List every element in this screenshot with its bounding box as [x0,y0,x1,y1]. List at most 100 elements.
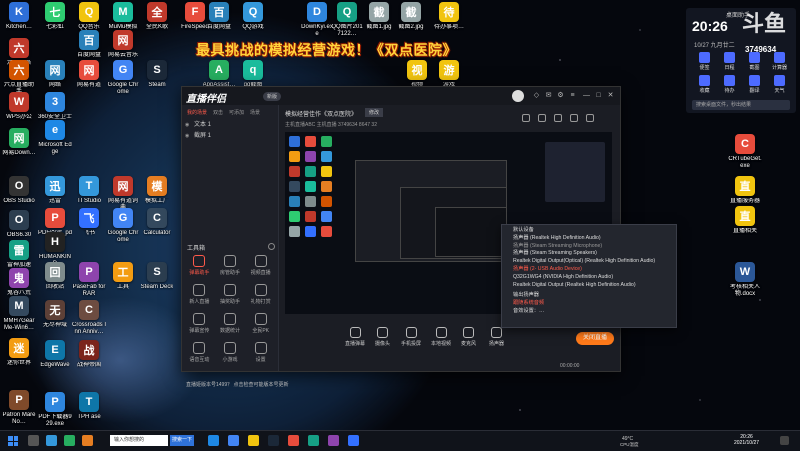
avatar[interactable] [512,90,524,102]
desktop-icon[interactable]: 待待办事项… [432,2,466,31]
speaker-button[interactable]: 扬声器 [489,327,504,347]
skin-icon[interactable]: ◇ [532,91,541,100]
desktop-icon[interactable]: C Calculator [140,208,174,237]
task-view-icon[interactable] [28,435,39,446]
version-badge[interactable]: 新版 [263,92,282,101]
dropdown-item[interactable]: 音效设置：… [502,308,676,316]
toolbox-item[interactable]: 房管助手 [215,255,246,276]
desktop-icon[interactable]: 3 360安全卫士 [38,92,72,121]
desktop-icon[interactable]: 网网易有道 [72,60,106,89]
widget-quick-item[interactable]: 便签 [692,52,717,71]
taskbar-search-input[interactable]: 输入你想搜的 [110,435,168,446]
desktop-icon[interactable]: 雷雷神加速 [2,240,36,269]
desktop-icon[interactable]: G Google Chrome [106,208,140,244]
desktop-icon[interactable]: E EdgeWave [38,340,72,369]
desktop-icon[interactable]: 百百度网盘 [72,30,106,59]
desktop-icon[interactable]: 七七彩虹 [38,2,72,31]
version-status[interactable]: 直播姬版本号1499？ 点击检查可能版本号更新 [186,381,289,388]
dropdown-item[interactable]: Q32G1WG4 (NVIDIA High Definition Audio) [502,274,676,282]
app-taskbar-icon[interactable] [82,435,93,446]
desktop-icon[interactable]: 回回收站 [38,262,72,291]
desktop-icon[interactable]: T TPH ase [72,392,106,421]
danmu-button[interactable]: 直播弹幕 [345,327,365,347]
desktop-icon[interactable]: 工工具 [106,262,140,291]
app-taskbar-icon[interactable] [328,435,339,446]
eye-icon[interactable]: ◉ [185,120,189,131]
desktop-icon[interactable]: 迷迷你世界 [2,338,36,367]
toolbox-item[interactable]: 语音互动 [184,342,215,363]
desktop-icon[interactable]: 网网易Down… [2,128,36,157]
desktop-icon[interactable]: 网网易有道词典 [106,176,140,212]
desktop-icon[interactable]: W 考核相关人物.docx [728,262,762,298]
desktop-icon[interactable]: 游游戏 [432,60,466,89]
desktop-icon[interactable]: 视视频 [400,60,434,89]
stop-live-button[interactable]: 关闭直播 [576,332,614,345]
desktop-icon[interactable]: 迅迅雷 [38,176,72,205]
desktop-icon[interactable]: A AppAssist… [202,60,236,89]
dropdown-item[interactable]: Realtek Digital Output (Realtek High Def… [502,282,676,290]
mail-icon[interactable]: ✉ [544,91,553,100]
desktop-icon[interactable]: 战战神帝国 [72,340,106,369]
dropdown-item[interactable]: 扬声器 (2- USB Audio Device) [502,266,676,274]
dropdown-item[interactable]: 默认设备 [502,227,676,235]
desktop-icon[interactable]: 无无尽神域 [38,300,72,329]
desktop-icon[interactable]: T TI Studio [72,176,106,205]
toolbox-item[interactable]: 设置 [245,342,276,363]
widget-quick-item[interactable]: 待办 [717,75,742,94]
tab-my-scene[interactable]: 我的场景 [187,109,207,116]
desktop-icon[interactable]: 直直播服务器 [728,176,762,205]
dropdown-item[interactable]: 输出扬声器 [502,292,676,300]
maximize-button[interactable]: □ [594,91,603,100]
desktop-icon[interactable]: q qq截图 [236,60,270,89]
desktop-icon[interactable]: Q QQ图片2017122… [330,2,364,38]
edge-taskbar-icon[interactable] [208,435,219,446]
app-taskbar-icon[interactable] [348,435,359,446]
widget-quick-item[interactable]: 收藏 [692,75,717,94]
desktop-icon[interactable]: S Steam [140,60,174,89]
toolbox-item[interactable]: 礼物打赏 [245,284,276,305]
menu-icon[interactable]: ≡ [568,91,577,100]
desktop-icon[interactable]: C CRTubeGet.exe [728,134,762,170]
desktop-icon[interactable]: G Google Chrome [106,60,140,96]
crop-icon[interactable] [538,114,546,122]
desktop-icon[interactable]: 百百度网盘 [202,2,236,31]
dropdown-item[interactable]: 跟随系统音频 [502,300,676,308]
source-item[interactable]: ◉ 截屏 1 [182,131,278,142]
desktop-icon[interactable]: 截截图2.jpg [394,2,428,31]
widget-quick-item[interactable]: 截图 [742,52,767,71]
phone-cast-button[interactable]: 手机投屏 [401,327,421,347]
desktop-icon[interactable]: 全全民K歌 [140,2,174,31]
close-button[interactable]: ✕ [606,91,615,100]
steam-taskbar-icon[interactable] [268,435,279,446]
toolbox-item[interactable]: 新人直播 [184,284,215,305]
fullscreen-icon[interactable] [586,114,594,122]
desktop-icon[interactable]: K Kitchen… [2,2,36,31]
toolbox-settings-icon[interactable] [268,243,275,250]
desktop-icon[interactable]: 飞飞书 [72,208,106,237]
desktop-icon[interactable]: W WPS办公 [2,92,36,121]
desktop-icon[interactable]: O OBS6.30 [2,210,36,239]
widget-quick-item[interactable]: 计算器 [767,52,792,71]
layout-icon[interactable] [522,114,530,122]
desktop-icon[interactable]: 模模拟工厂 [140,176,174,205]
local-video-button[interactable]: 本地视频 [431,327,451,347]
settings-icon[interactable]: ⚙ [556,91,565,100]
desktop-icon[interactable]: e Microsoft Edge [38,120,72,156]
desktop-icon[interactable]: M MMH7GearMe-Win6… [2,296,36,332]
dropdown-item[interactable]: 扬声器 (Steam Streaming Speakers) [502,250,676,258]
toolbox-item[interactable]: 弹幕宣传 [184,313,215,334]
desktop-icon[interactable]: 六六点直播助手 [2,60,36,96]
desktop-icon[interactable]: 直直播相关 [728,206,762,235]
chrome-taskbar-icon[interactable] [228,435,239,446]
toolbox-item[interactable]: 抽奖助手 [215,284,246,305]
toolbox-item[interactable]: 小游戏 [215,342,246,363]
camera-button[interactable]: 摄像头 [375,327,390,347]
tab-scene[interactable]: 场景 [250,109,260,116]
widget-quick-item[interactable]: 天气 [767,75,792,94]
desktop-icon[interactable]: S Steam Deck [140,262,174,291]
lock-icon[interactable] [554,114,562,122]
desktop-icon[interactable]: D DownKyi.exe [300,2,334,38]
desktop-icon[interactable]: 截截图1.jpg [362,2,396,31]
folder-taskbar-icon[interactable] [248,435,259,446]
dropdown-item[interactable]: 扬声器 (Realtek High Definition Audio) [502,235,676,243]
